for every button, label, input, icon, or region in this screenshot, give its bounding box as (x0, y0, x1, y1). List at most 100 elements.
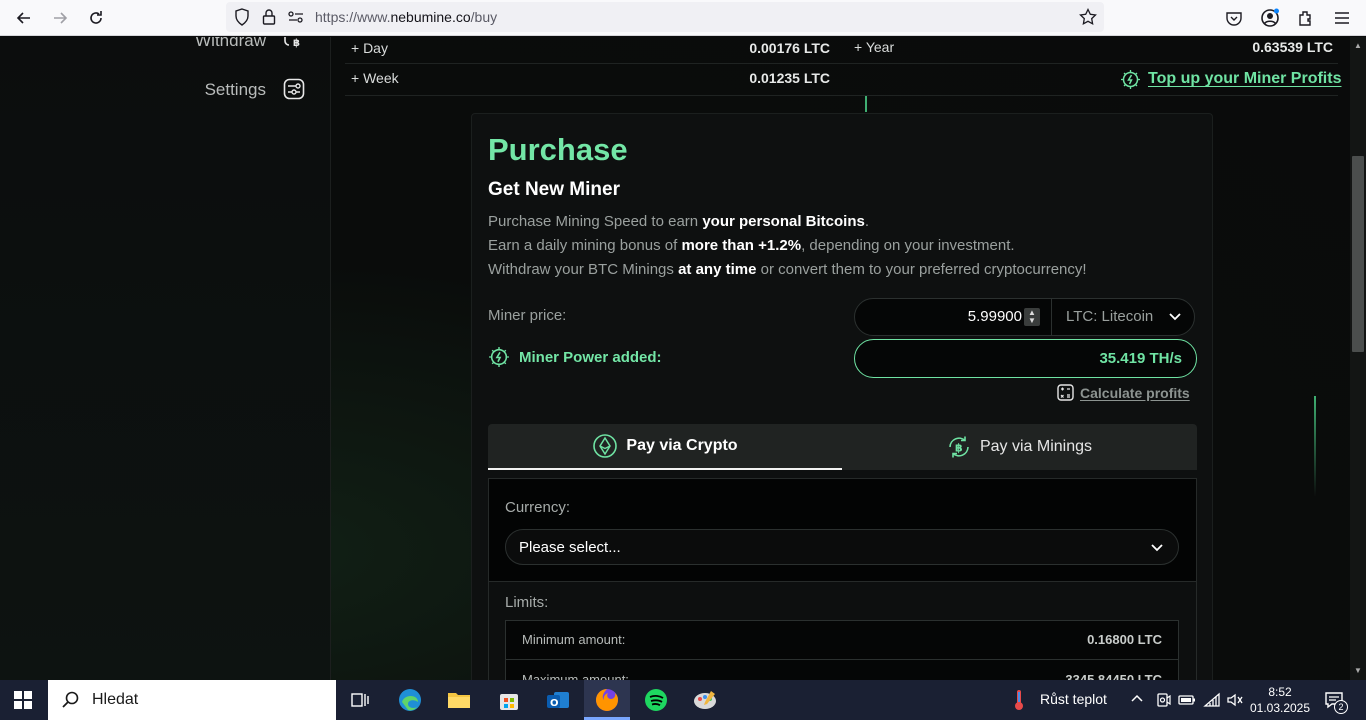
decorative-chart-line (865, 96, 867, 112)
account-icon[interactable] (1258, 6, 1282, 30)
chevron-up-icon[interactable] (1130, 692, 1144, 709)
stat-week-value: 0.01235 LTC (749, 70, 830, 86)
lightning-chip-icon (1121, 69, 1140, 89)
description-line-3: Withdraw your BTC Minings at any time or… (488, 261, 1087, 278)
sidebar: Withdraw ฿ Settings (0, 37, 331, 680)
tab-pay-via-minings[interactable]: ฿ Pay via Minings (842, 424, 1196, 470)
currency-dropdown[interactable]: LTC: Litecoin (1066, 308, 1153, 325)
stat-day-label: + Day (351, 40, 388, 56)
desc-highlight: your personal Bitcoins (702, 213, 865, 230)
search-placeholder: Hledat (92, 691, 139, 708)
card-subtitle: Get New Miner (488, 179, 620, 200)
miner-power-display: 35.419 TH/s (854, 339, 1197, 378)
miner-price-group: 5.99900 ▲ ▼ LTC: Litecoin (854, 298, 1195, 336)
battery-icon[interactable] (1178, 692, 1196, 713)
calculate-profits-text: Calculate profits (1080, 384, 1190, 401)
thermometer-icon[interactable] (1010, 688, 1028, 717)
desc-text: Earn a daily mining bonus of (488, 237, 682, 254)
stats-divider (345, 63, 1338, 64)
firefox-icon[interactable] (593, 686, 621, 714)
chevron-down-icon[interactable] (1168, 309, 1182, 323)
back-arrow-icon[interactable] (12, 6, 36, 30)
page-title: Purchase (488, 132, 628, 167)
scroll-thumb[interactable] (1352, 156, 1364, 352)
paint-app-icon[interactable] (691, 686, 719, 714)
topup-link[interactable]: Top up your Miner Profits (1120, 68, 1341, 90)
desc-text: , depending on your investment. (801, 237, 1015, 254)
limits-table: Minimum amount: 0.16800 LTC Maximum amou… (505, 620, 1179, 680)
limit-key: Maximum amount: (522, 672, 629, 680)
page-content: Withdraw ฿ Settings + Day 0.00176 LTC + … (0, 37, 1350, 680)
shield-icon[interactable] (234, 8, 250, 31)
settings-sliders-icon[interactable] (283, 78, 305, 100)
menu-hamburger-icon[interactable] (1330, 6, 1354, 30)
purchase-card: Purchase Get New Miner Purchase Mining S… (471, 113, 1213, 680)
crypto-coin-icon (593, 434, 618, 458)
chevron-down-icon[interactable] (1150, 540, 1164, 554)
desc-text: or convert them to your preferred crypto… (756, 261, 1087, 278)
search-icon (62, 691, 79, 708)
clock-time: 8:52 (1268, 685, 1292, 699)
page-permissions-icon[interactable] (288, 10, 304, 29)
taskbar-clock[interactable]: 8:52 01.03.2025 (1248, 684, 1312, 716)
currency-select[interactable]: Please select... (505, 529, 1179, 565)
stats-divider-bottom (345, 95, 1338, 96)
url-text[interactable]: https://www.nebumine.co/buy (315, 9, 497, 25)
wifi-icon[interactable] (1203, 692, 1221, 713)
microsoft-store-icon[interactable] (495, 686, 523, 714)
outlook-icon[interactable]: O (544, 686, 572, 714)
url-path: /buy (470, 9, 498, 25)
browser-toolbar: https://www.nebumine.co/buy (0, 0, 1366, 36)
desc-highlight: at any time (678, 261, 757, 278)
table-row: Minimum amount: 0.16800 LTC (506, 621, 1178, 660)
extensions-icon[interactable] (1294, 6, 1318, 30)
withdraw-bitcoin-icon[interactable]: ฿ (283, 37, 305, 55)
miner-price-input[interactable]: 5.99900 (968, 308, 1022, 325)
pocket-icon[interactable] (1222, 6, 1246, 30)
table-row: Maximum amount: 3345.84450 LTC (506, 661, 1178, 680)
reload-icon[interactable] (84, 6, 108, 30)
forward-arrow-icon[interactable] (48, 6, 72, 30)
clock-date: 01.03.2025 (1249, 701, 1311, 715)
limit-value: 3345.84450 LTC (1065, 672, 1162, 680)
payment-tabs: Pay via Crypto ฿ Pay via Minings (488, 424, 1197, 470)
miner-power-value: 35.419 TH/s (1099, 350, 1182, 367)
meet-camera-icon[interactable] (1156, 692, 1172, 713)
desc-highlight: more than +1.2% (681, 237, 802, 254)
sidebar-item-settings[interactable]: Settings (205, 80, 266, 100)
description-line-2: Earn a daily mining bonus of more than +… (488, 237, 1015, 254)
taskbar-search[interactable]: Hledat (48, 680, 336, 720)
sidebar-item-withdraw[interactable]: Withdraw (195, 37, 266, 51)
calculate-profits-link[interactable]: Calculate profits (1057, 384, 1190, 401)
stat-year-label: + Year (854, 39, 895, 55)
lock-icon[interactable] (262, 8, 276, 31)
decorative-chart-line (1314, 396, 1316, 496)
tab-pay-via-crypto[interactable]: Pay via Crypto (488, 424, 842, 470)
edge-browser-icon[interactable] (396, 686, 424, 714)
scroll-up-icon[interactable]: ▲ (1354, 41, 1362, 50)
spotify-icon[interactable] (642, 686, 670, 714)
page-scrollbar[interactable]: ▲ ▼ (1350, 37, 1366, 680)
limits-section: Limits: Minimum amount: 0.16800 LTC Maxi… (489, 582, 1196, 680)
price-stepper-icon[interactable]: ▲ ▼ (1024, 308, 1040, 326)
speaker-muted-icon[interactable] (1226, 692, 1244, 713)
description-line-1: Purchase Mining Speed to earn your perso… (488, 213, 869, 230)
windows-start-icon[interactable] (14, 691, 32, 714)
notification-count-badge: 2 (1334, 700, 1348, 714)
tab-label: Pay via Crypto (626, 437, 738, 454)
stat-day-value: 0.00176 LTC (749, 40, 830, 56)
url-bar[interactable]: https://www.nebumine.co/buy (226, 2, 1104, 32)
desc-text: Purchase Mining Speed to earn (488, 213, 703, 230)
bitcoin-refresh-icon: ฿ (949, 436, 969, 458)
price-divider (1051, 299, 1052, 335)
miner-price-label: Miner price: (488, 307, 567, 324)
task-view-icon[interactable] (346, 686, 374, 714)
bookmark-star-icon[interactable] (1079, 7, 1097, 31)
scroll-down-icon[interactable]: ▼ (1354, 666, 1362, 675)
file-explorer-icon[interactable] (445, 686, 473, 714)
svg-text:฿: ฿ (955, 442, 963, 455)
svg-text:฿: ฿ (293, 38, 300, 49)
stat-week-label: + Week (351, 70, 399, 86)
weather-text[interactable]: Růst teplot (1040, 691, 1107, 707)
limit-key: Minimum amount: (522, 632, 626, 647)
